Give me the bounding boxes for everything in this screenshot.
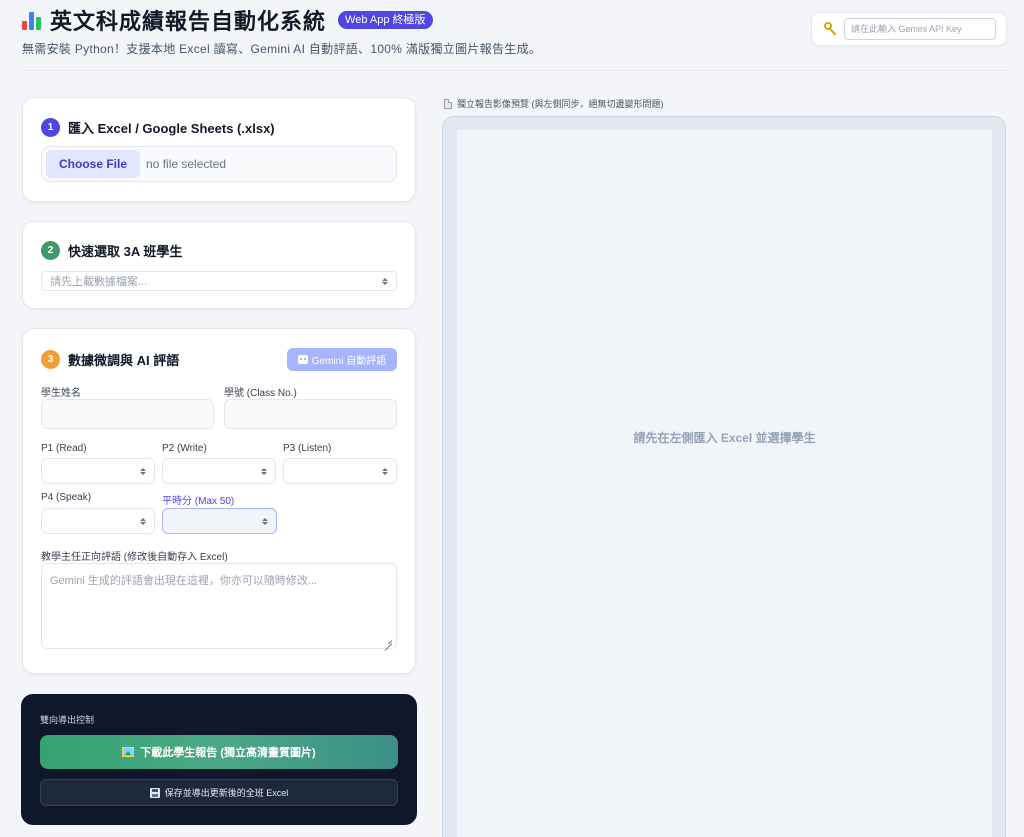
floppy-disk-icon	[149, 787, 160, 798]
import-card: 1 匯入 Excel / Google Sheets (.xlsx) Choos…	[22, 97, 416, 202]
save-excel-label: 保存並導出更新後的全班 Excel	[164, 788, 289, 798]
comment-textarea[interactable]: Gemini 生成的評語會出現在這裡，你亦可以隨時修改...	[41, 563, 397, 649]
p3-label: P3 (Listen)	[283, 443, 332, 454]
p1-stepper-icon[interactable]	[140, 467, 146, 475]
export-label: 雙向導出控制	[40, 715, 95, 725]
preview-label-text: 獨立報告影像預覽 (與左側同步，絕無切邊變形問題)	[457, 99, 664, 109]
p3-input[interactable]	[283, 458, 397, 484]
file-status: no file selected	[146, 157, 227, 171]
p2-stepper-icon[interactable]	[261, 467, 267, 475]
api-key-input[interactable]	[844, 18, 996, 40]
student-select-title: 快速選取 3A 班學生	[68, 244, 183, 259]
choose-file-button[interactable]: Choose File	[46, 150, 141, 178]
import-title: 匯入 Excel / Google Sheets (.xlsx)	[68, 121, 275, 136]
comment-placeholder: Gemini 生成的評語會出現在這裡，你亦可以隨時修改...	[50, 575, 318, 587]
step-3-number: 3	[41, 350, 60, 369]
robot-icon	[297, 355, 308, 364]
select-chevron-icon	[382, 277, 388, 285]
comment-label: 教學主任正向評語 (修改後自動存入 Excel)	[41, 552, 228, 563]
bar-chart-icon	[22, 10, 44, 30]
p1-label: P1 (Read)	[41, 443, 87, 454]
step-1-number: 1	[41, 118, 60, 137]
step-2-number: 2	[41, 241, 60, 260]
p2-input[interactable]	[162, 458, 276, 484]
preview-label: 獨立報告影像預覽 (與左側同步，絕無切邊變形問題)	[444, 97, 664, 110]
student-select-card: 2 快速選取 3A 班學生 請先上載數據檔案...	[22, 221, 416, 309]
name-label: 學生姓名	[41, 388, 81, 399]
data-edit-title: 數據微調與 AI 評語	[68, 353, 180, 368]
save-excel-button[interactable]: 保存並導出更新後的全班 Excel	[40, 779, 398, 806]
preview-placeholder: 請先在左側匯入 Excel 並選擇學生	[633, 430, 816, 445]
file-input[interactable]: Choose File no file selected	[41, 146, 397, 182]
document-icon	[444, 98, 452, 109]
class-no-label: 學號 (Class No.)	[224, 388, 297, 399]
preview-canvas: 請先在左側匯入 Excel 並選擇學生	[457, 130, 992, 837]
student-select-placeholder: 請先上載數據檔案...	[50, 276, 148, 288]
key-icon	[824, 22, 838, 36]
export-panel: 雙向導出控制 下載此學生報告 (獨立高清畫質圖片) 保存並導出更新後的全班 Ex…	[21, 694, 417, 825]
p4-stepper-icon[interactable]	[140, 517, 146, 525]
p2-label: P2 (Write)	[162, 443, 207, 454]
picture-icon	[122, 747, 135, 757]
p3-stepper-icon[interactable]	[382, 467, 388, 475]
download-report-button[interactable]: 下載此學生報告 (獨立高清畫質圖片)	[40, 735, 398, 769]
version-badge: Web App 終極版	[338, 11, 433, 29]
gemini-comment-button[interactable]: Gemini 自動評語	[287, 348, 397, 371]
p4-label: P4 (Speak)	[41, 492, 92, 503]
api-key-box	[811, 12, 1007, 46]
page-title: 英文科成績報告自動化系統	[50, 9, 327, 34]
p4-input[interactable]	[41, 508, 155, 534]
header-divider	[22, 70, 1007, 71]
average-input[interactable]	[162, 508, 277, 534]
student-select[interactable]: 請先上載數據檔案...	[41, 271, 397, 291]
gemini-comment-label: Gemini 自動評語	[311, 356, 387, 367]
download-report-label: 下載此學生報告 (獨立高清畫質圖片)	[140, 747, 316, 759]
class-no-input[interactable]	[224, 399, 397, 429]
data-edit-card: 3 數據微調與 AI 評語 Gemini 自動評語 學生姓名 學號 (Class…	[22, 328, 416, 674]
average-stepper-icon[interactable]	[262, 517, 268, 525]
resize-handle-icon[interactable]	[384, 636, 392, 644]
p1-input[interactable]	[41, 458, 155, 484]
student-name-input[interactable]	[41, 399, 214, 429]
preview-frame: 請先在左側匯入 Excel 並選擇學生	[442, 116, 1006, 837]
average-label: 平時分 (Max 50)	[162, 496, 235, 507]
